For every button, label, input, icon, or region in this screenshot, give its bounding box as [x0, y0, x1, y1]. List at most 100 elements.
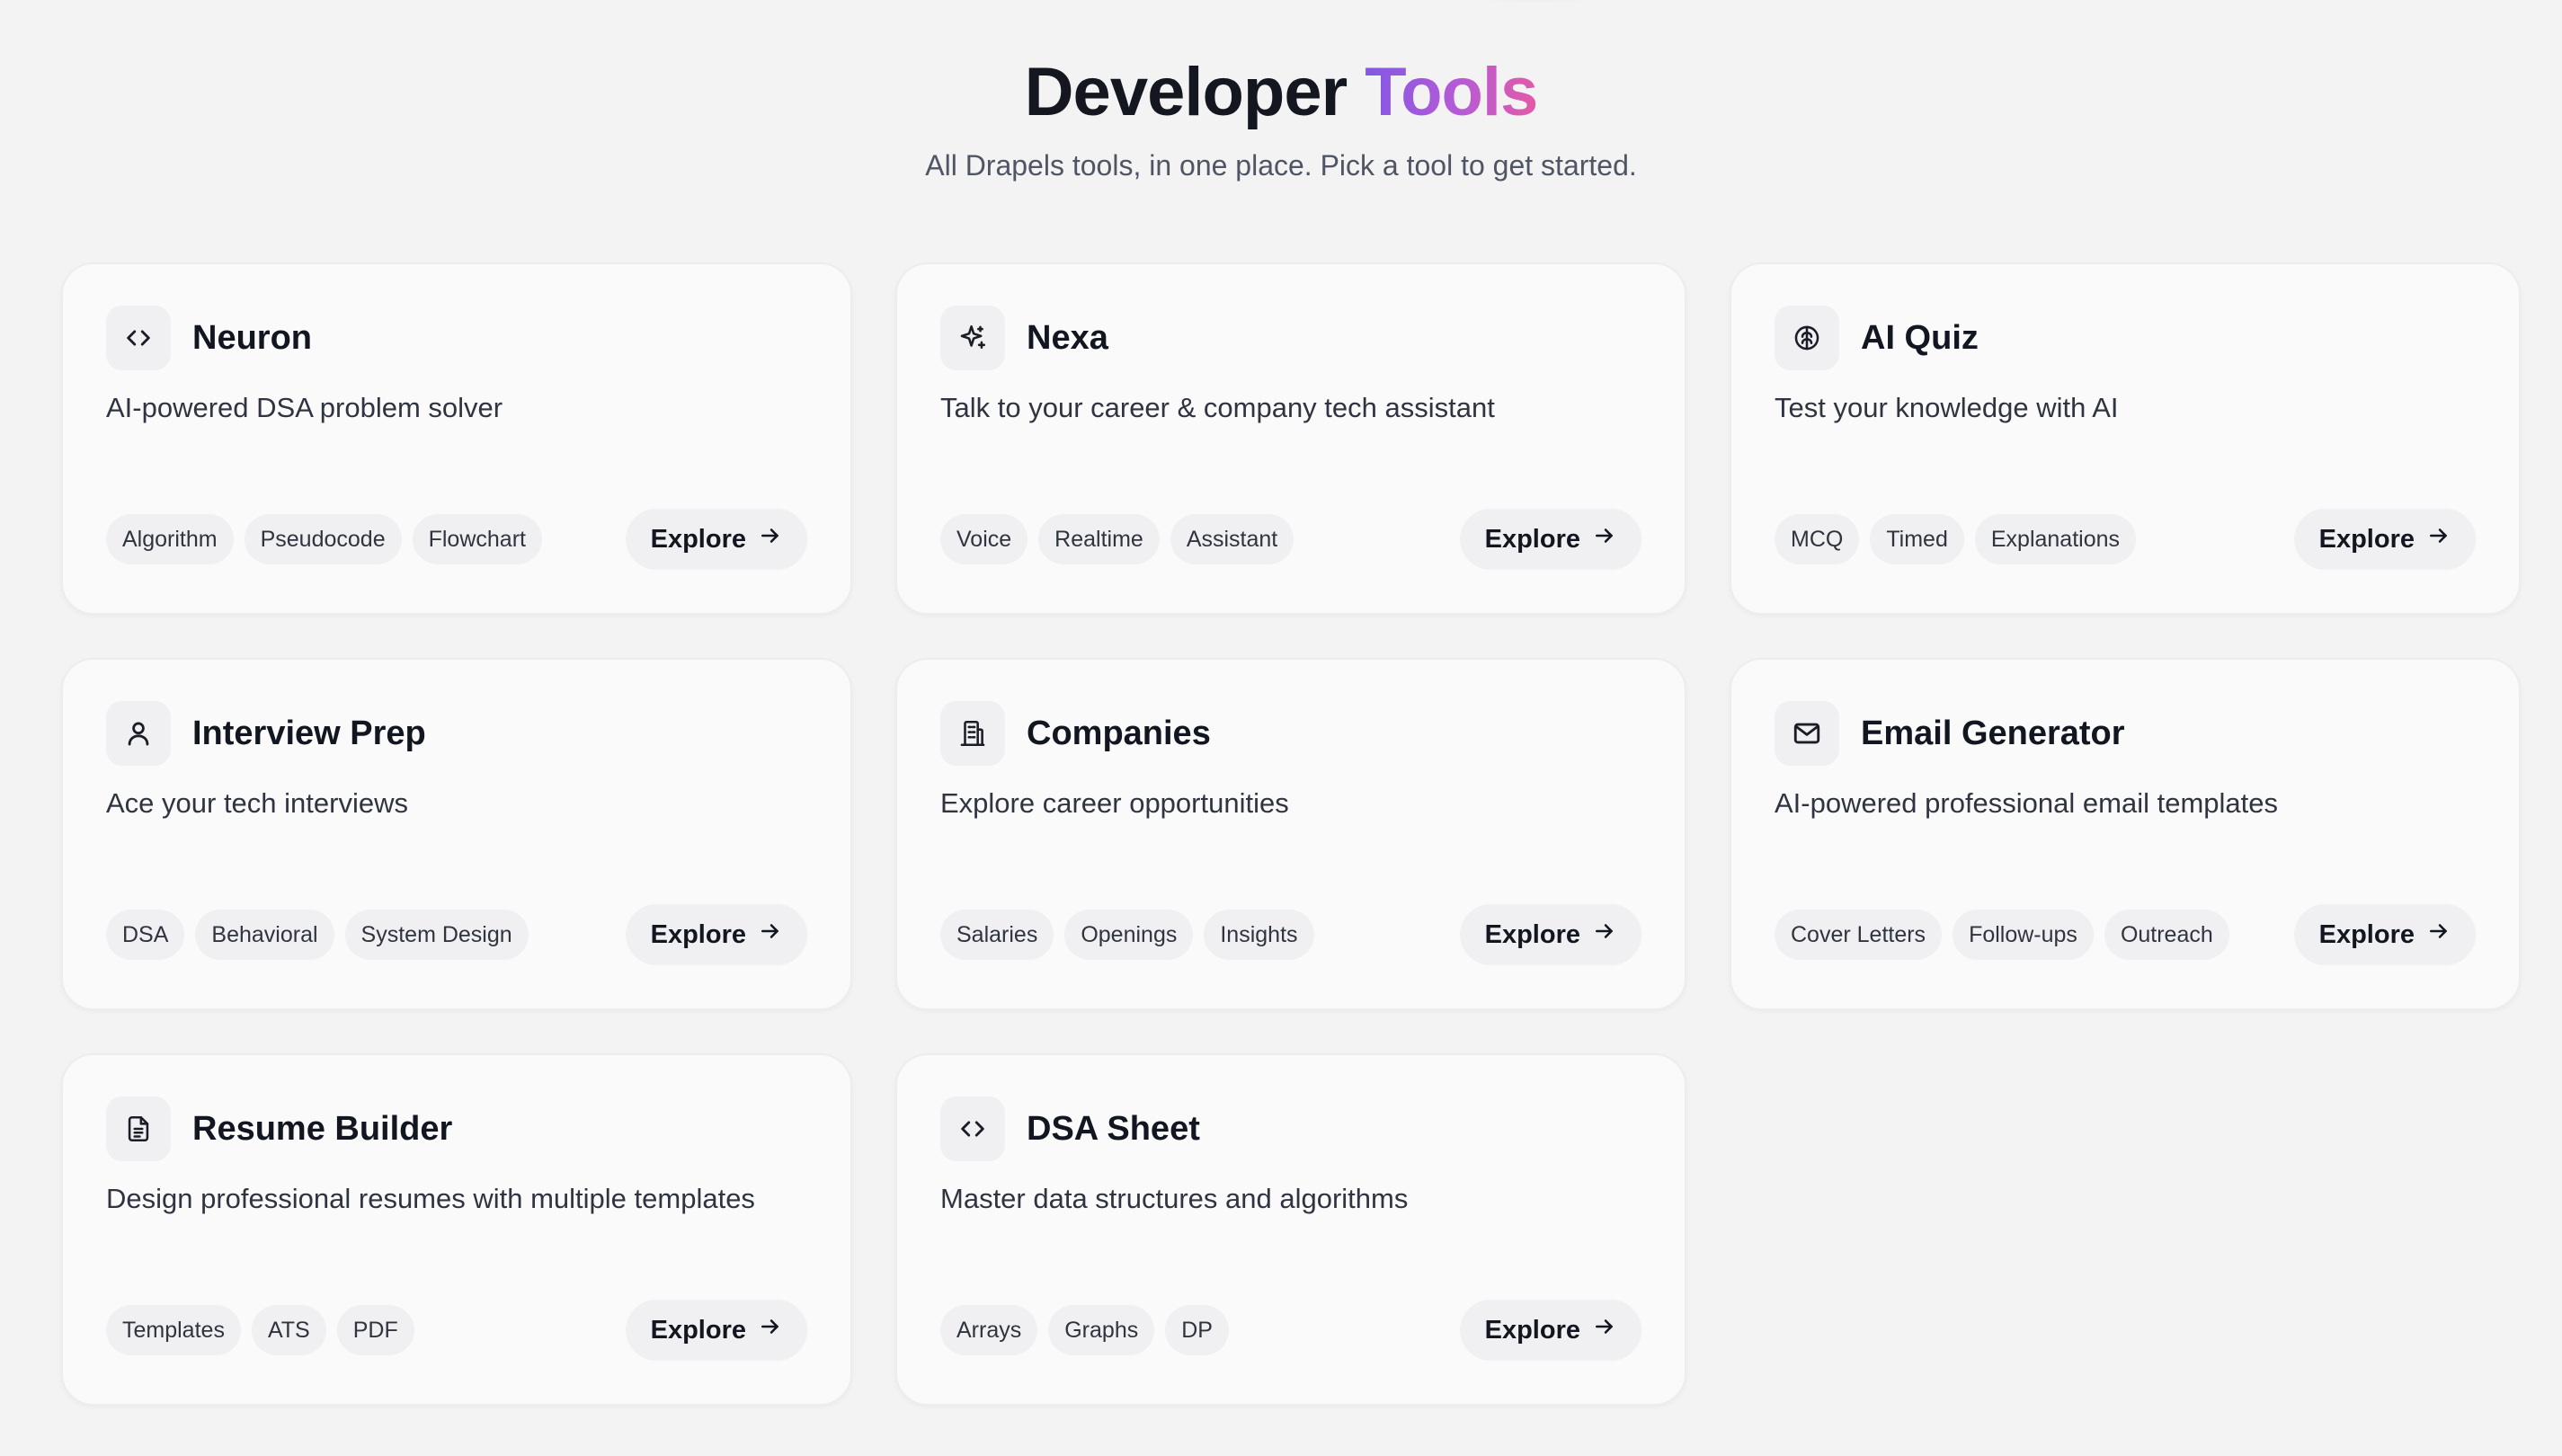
tool-card-header: Email Generator — [1775, 701, 2125, 766]
code-icon — [940, 1096, 1005, 1161]
tool-description: Design professional resumes with multipl… — [106, 1183, 755, 1214]
tool-card-resume-builder[interactable]: Resume Builder Design professional resume… — [61, 1053, 852, 1406]
tool-card-header: Interview Prep — [106, 701, 426, 766]
explore-button[interactable]: Explore — [2293, 904, 2476, 965]
arrow-right-icon — [1580, 1315, 1616, 1345]
tool-tag: PDF — [336, 1305, 414, 1355]
tool-card-interview-prep[interactable]: Interview Prep Ace your tech interviews DS… — [61, 658, 852, 1010]
tool-tags: DSA Behavioral System Design — [106, 910, 529, 960]
code-icon — [106, 306, 171, 370]
tool-card-footer: Algorithm Pseudocode Flowchart Explore — [106, 509, 807, 570]
mail-icon — [1775, 701, 1839, 766]
tool-tag: System Design — [344, 910, 529, 960]
tool-card-header: Nexa — [940, 306, 1108, 370]
explore-button[interactable]: Explore — [1459, 509, 1641, 570]
page-title: Developer Tools — [0, 52, 2562, 133]
brain-icon — [1775, 306, 1839, 370]
tool-tag: Realtime — [1038, 514, 1160, 564]
tool-tag: Behavioral — [195, 910, 334, 960]
arrow-right-icon — [2415, 524, 2451, 555]
tool-title: Resume Builder — [192, 1109, 453, 1148]
tool-tags: MCQ Timed Explanations — [1775, 514, 2137, 564]
explore-label: Explore — [2318, 524, 2415, 554]
page-title-accent: Tools — [1365, 54, 1538, 130]
tool-card-neuron[interactable]: Neuron AI-powered DSA problem solver Algor… — [61, 262, 852, 615]
tool-title: Companies — [1027, 714, 1211, 752]
tool-tag: Graphs — [1048, 1305, 1155, 1355]
tool-tags: Voice Realtime Assistant — [940, 514, 1294, 564]
tool-card-nexa[interactable]: Nexa Talk to your career & company tech a… — [895, 262, 1686, 615]
tool-tags: Cover Letters Follow-ups Outreach — [1775, 910, 2229, 960]
tool-description: Test your knowledge with AI — [1775, 392, 2119, 423]
tool-tag: Assistant — [1170, 514, 1294, 564]
tool-description: Master data structures and algorithms — [940, 1183, 1409, 1214]
tool-tag: Algorithm — [106, 514, 234, 564]
tool-card-footer: Salaries Openings Insights Explore — [940, 904, 1641, 965]
explore-label: Explore — [1484, 919, 1580, 949]
tool-title: DSA Sheet — [1027, 1109, 1200, 1148]
tool-title: AI Quiz — [1861, 318, 1979, 357]
tool-title: Neuron — [192, 318, 312, 357]
tool-card-header: Neuron — [106, 306, 312, 370]
tool-card-companies[interactable]: Companies Explore career opportunities Sal… — [895, 658, 1686, 1010]
tool-tag: Explanations — [1974, 514, 2137, 564]
explore-button[interactable]: Explore — [625, 509, 807, 570]
explore-label: Explore — [2318, 919, 2415, 949]
arrow-right-icon — [1580, 919, 1616, 950]
explore-button[interactable]: Explore — [1459, 904, 1641, 965]
tool-description: AI-powered professional email templates — [1775, 787, 2278, 819]
tool-tags: Salaries Openings Insights — [940, 910, 1314, 960]
tool-card-header: AI Quiz — [1775, 306, 1979, 370]
top-glow — [1429, 0, 1645, 4]
tool-tag: Arrays — [940, 1305, 1038, 1355]
tool-description: AI-powered DSA problem solver — [106, 392, 503, 423]
tool-tag: DSA — [106, 910, 185, 960]
tool-tag: Cover Letters — [1775, 910, 1943, 960]
explore-button[interactable]: Explore — [625, 904, 807, 965]
tool-tags: Templates ATS PDF — [106, 1305, 414, 1355]
tool-tag: Pseudocode — [244, 514, 402, 564]
explore-label: Explore — [650, 524, 746, 554]
tool-tag: ATS — [251, 1305, 326, 1355]
explore-label: Explore — [650, 1315, 746, 1345]
user-icon — [106, 701, 171, 766]
arrow-right-icon — [746, 1315, 782, 1345]
document-icon — [106, 1096, 171, 1161]
tool-tag: Outreach — [2104, 910, 2229, 960]
tool-card-header: Resume Builder — [106, 1096, 452, 1161]
explore-button[interactable]: Explore — [1459, 1300, 1641, 1361]
tool-tags: Arrays Graphs DP — [940, 1305, 1229, 1355]
tool-title: Interview Prep — [192, 714, 426, 752]
explore-label: Explore — [650, 919, 746, 949]
page-header: Developer Tools All Drapels tools, in on… — [0, 52, 2562, 183]
tool-card-footer: Voice Realtime Assistant Explore — [940, 509, 1641, 570]
tool-tag: Voice — [940, 514, 1028, 564]
explore-button[interactable]: Explore — [625, 1300, 807, 1361]
tool-tag: Openings — [1064, 910, 1194, 960]
arrow-right-icon — [746, 919, 782, 950]
tool-tag: Follow-ups — [1953, 910, 2094, 960]
tool-card-footer: Arrays Graphs DP Explore — [940, 1300, 1641, 1361]
explore-button[interactable]: Explore — [2293, 509, 2476, 570]
tool-card-header: DSA Sheet — [940, 1096, 1200, 1161]
sparkle-icon — [940, 306, 1005, 370]
page-subtitle: All Drapels tools, in one place. Pick a … — [925, 149, 1637, 182]
tool-card-ai-quiz[interactable]: AI Quiz Test your knowledge with AI MCQ Tim… — [1730, 262, 2521, 615]
tool-description: Explore career opportunities — [940, 787, 1289, 819]
building-icon — [940, 701, 1005, 766]
tool-tag: Insights — [1204, 910, 1314, 960]
tool-description: Ace your tech interviews — [106, 787, 408, 819]
tool-card-footer: MCQ Timed Explanations Explore — [1775, 509, 2476, 570]
tool-card-email-generator[interactable]: Email Generator AI-powered professional e… — [1730, 658, 2521, 1010]
tool-tag: Salaries — [940, 910, 1054, 960]
tool-card-dsa-sheet[interactable]: DSA Sheet Master data structures and algo… — [895, 1053, 1686, 1406]
tool-title: Nexa — [1027, 318, 1108, 357]
explore-label: Explore — [1484, 1315, 1580, 1345]
tool-tag: Templates — [106, 1305, 241, 1355]
arrow-right-icon — [1580, 524, 1616, 555]
tool-card-footer: Cover Letters Follow-ups Outreach Explore — [1775, 904, 2476, 965]
tool-card-footer: DSA Behavioral System Design Explore — [106, 904, 807, 965]
tool-tag: DP — [1165, 1305, 1229, 1355]
page-title-main: Developer — [1024, 54, 1348, 130]
tool-tag: Timed — [1870, 514, 1964, 564]
